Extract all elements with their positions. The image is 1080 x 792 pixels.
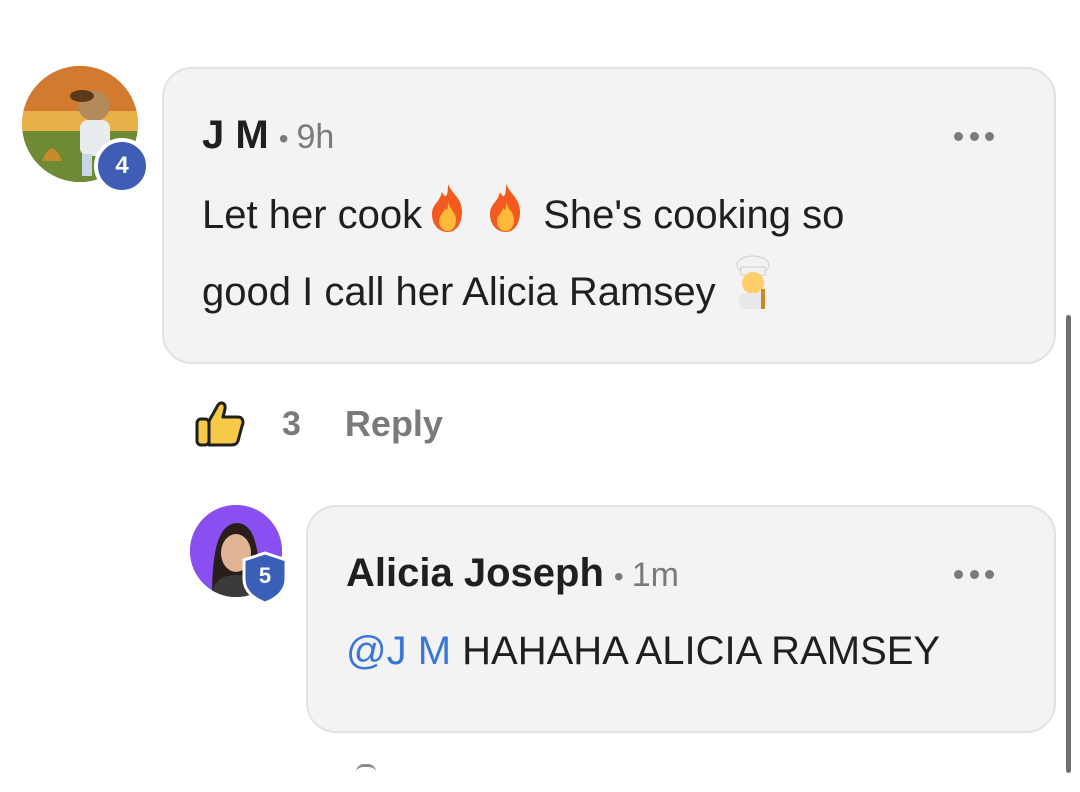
reply-button[interactable]: Reply xyxy=(345,403,443,445)
like-count: 3 xyxy=(282,404,301,443)
level-badge: 4 xyxy=(94,138,150,194)
fire-emoji-icon xyxy=(422,182,474,255)
comment-text: Let her cook She's cooking so good I cal… xyxy=(202,181,844,332)
fire-emoji-icon xyxy=(480,182,532,255)
reply-timestamp: 1m xyxy=(631,556,679,594)
comment-thread: 4 J M • 9h Let her cook She's cooking so… xyxy=(0,0,1080,792)
comment-author[interactable]: J M xyxy=(202,113,269,158)
more-options-icon[interactable] xyxy=(954,131,994,141)
more-options-icon[interactable] xyxy=(954,569,994,579)
level-badge: 5 xyxy=(240,551,290,605)
separator-dot: • xyxy=(613,561,624,592)
thumbs-up-icon[interactable] xyxy=(194,399,246,449)
comment-header: J M • 9h xyxy=(202,113,334,158)
mention-link[interactable]: @J M xyxy=(346,629,451,673)
comment-bubble: J M • 9h Let her cook She's cooking so g… xyxy=(162,67,1056,364)
reply-text: @J M HAHAHA ALICIA RAMSEY xyxy=(346,629,941,673)
scrollbar[interactable] xyxy=(1066,315,1071,773)
comment-actions: 3 Reply xyxy=(194,398,443,450)
separator-dot: • xyxy=(278,123,289,154)
reply-author[interactable]: Alicia Joseph xyxy=(346,551,604,596)
reply-bubble: Alicia Joseph • 1m @J M HAHAHA ALICIA RA… xyxy=(306,505,1056,733)
reply-header: Alicia Joseph • 1m xyxy=(346,551,679,596)
chef-emoji-icon xyxy=(727,255,779,332)
comment-timestamp: 9h xyxy=(296,118,335,156)
next-item-edge xyxy=(356,764,376,772)
